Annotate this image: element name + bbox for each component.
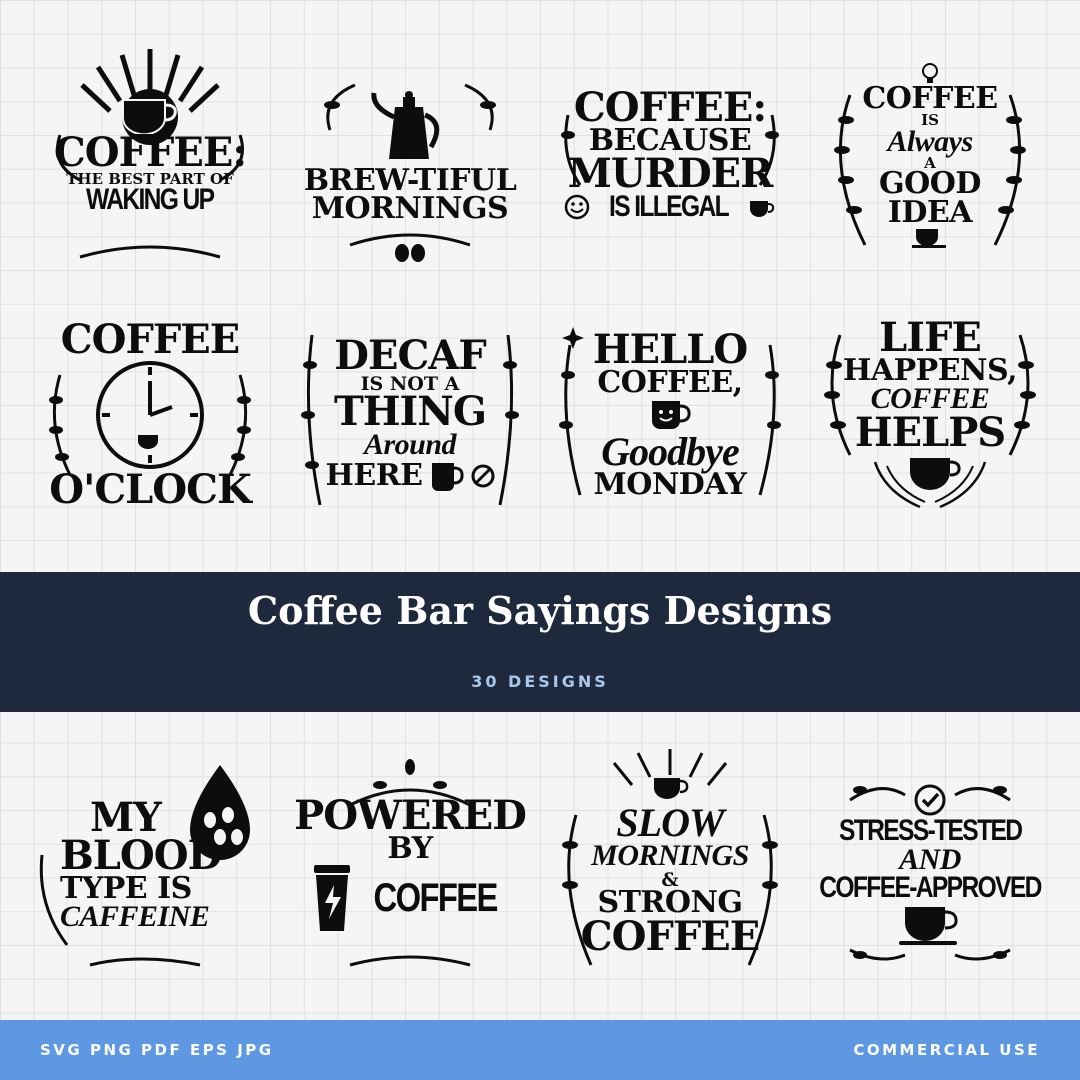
- design-line: COFFEE: [373, 876, 498, 921]
- design-line: Around: [363, 427, 457, 461]
- design-line: WAKING UP: [86, 182, 215, 216]
- design-line: MURDER: [567, 150, 774, 197]
- designs-row-2: COFFEE O'CLOCK DECAF IS NOT A THING Arou…: [0, 295, 1080, 545]
- design-line: THING: [334, 387, 487, 435]
- design-line: IS ILLEGAL: [608, 190, 730, 223]
- design-line: HERE: [325, 458, 423, 494]
- smiley-icon: [564, 195, 589, 220]
- design-tile-decaf-not-a-thing: DECAF IS NOT A THING Around HERE: [290, 295, 530, 535]
- file-formats-label: SVG PNG PDF EPS JPG: [40, 1041, 274, 1059]
- design-line: COFFEE: [862, 80, 998, 116]
- design-tile-slow-mornings-strong-coffee: SLOW MORNINGS & STRONG COFFEE: [550, 745, 790, 985]
- designs-row-3: MY BLOOD TYPE IS CAFFEINE POWERED BY COF…: [0, 745, 1080, 995]
- design-line: MY: [90, 793, 162, 841]
- design-line: HELLO: [592, 325, 748, 373]
- design-line: COFFEE-APPROVED: [819, 871, 1042, 905]
- kettle-icon: [371, 90, 440, 159]
- design-tile-stress-tested-coffee-approved: STRESS-TESTED AND COFFEE-APPROVED: [810, 745, 1050, 985]
- hands-cup-icon: [873, 457, 987, 508]
- design-line: COFFEE:: [573, 83, 767, 131]
- banner-subtitle: 30 DESIGNS: [471, 672, 609, 691]
- design-line: COFFEE,: [597, 364, 743, 400]
- design-line: LIFE: [879, 313, 982, 361]
- design-line: AND: [899, 842, 961, 876]
- design-line: MONDAY: [593, 467, 747, 502]
- smiling-mug-icon: [652, 401, 691, 429]
- design-tile-best-part-of-waking-up: COFFEE: THE BEST PART OF WAKING UP: [30, 35, 270, 275]
- design-line: COFFEE: [60, 316, 240, 363]
- sparkle-icon: [562, 327, 584, 349]
- coffee-cup-icon: [912, 229, 946, 249]
- design-tile-brew-tiful-mornings: BREW-TIFUL MORNINGS: [290, 35, 530, 275]
- design-line: POWERED: [294, 791, 527, 839]
- design-tile-coffee-always-good-idea: COFFEE IS Always A GOOD IDEA: [810, 35, 1050, 275]
- design-line: TYPE IS: [60, 870, 192, 906]
- no-sign-icon: [471, 464, 494, 488]
- design-line: IDEA: [887, 194, 973, 230]
- banner-title: Coffee Bar Sayings Designs: [247, 588, 833, 633]
- designs-row-1: COFFEE: THE BEST PART OF WAKING UP BREW-…: [0, 35, 1080, 285]
- coffee-cup-icon: [749, 201, 774, 218]
- coffee-cup-icon: [431, 463, 464, 492]
- coffee-cup-icon: [899, 906, 958, 945]
- design-line: MORNINGS: [591, 839, 749, 873]
- design-line: Always: [887, 124, 973, 158]
- design-tile-blood-type-caffeine: MY BLOOD TYPE IS CAFFEINE: [30, 745, 270, 985]
- design-line: Goodbye: [601, 429, 739, 474]
- license-label: COMMERCIAL USE: [853, 1041, 1040, 1059]
- design-line: HELPS: [854, 408, 1006, 456]
- design-line: MORNINGS: [311, 191, 509, 226]
- design-line: BLOOD: [60, 831, 222, 879]
- to-go-cup-icon: [313, 865, 350, 932]
- design-tile-coffee-oclock: COFFEE O'CLOCK: [30, 295, 270, 535]
- checkmark-icon: [914, 784, 946, 816]
- design-line: COFFEE: [580, 912, 760, 960]
- design-line: HAPPENS,: [842, 352, 1018, 388]
- coffee-cup-icon: [122, 98, 177, 134]
- design-line: CAFFEINE: [60, 900, 210, 933]
- design-line: O'CLOCK: [49, 466, 251, 513]
- design-line: STRESS-TESTED: [838, 814, 1023, 848]
- design-tile-life-happens-coffee-helps: LIFE HAPPENS, COFFEE HELPS: [810, 295, 1050, 535]
- design-line: COFFEE:: [53, 128, 247, 176]
- design-tile-powered-by-coffee: POWERED BY COFFEE: [290, 745, 530, 985]
- design-line: BY: [387, 830, 433, 866]
- design-line: SLOW: [616, 800, 724, 846]
- design-line: DECAF: [334, 331, 486, 379]
- design-tile-hello-coffee-goodbye-monday: HELLO COFFEE, Goodbye MONDAY: [550, 295, 790, 535]
- clock-icon: [96, 361, 204, 469]
- design-tile-murder-is-illegal: COFFEE: BECAUSE MURDER IS ILLEGAL: [550, 35, 790, 275]
